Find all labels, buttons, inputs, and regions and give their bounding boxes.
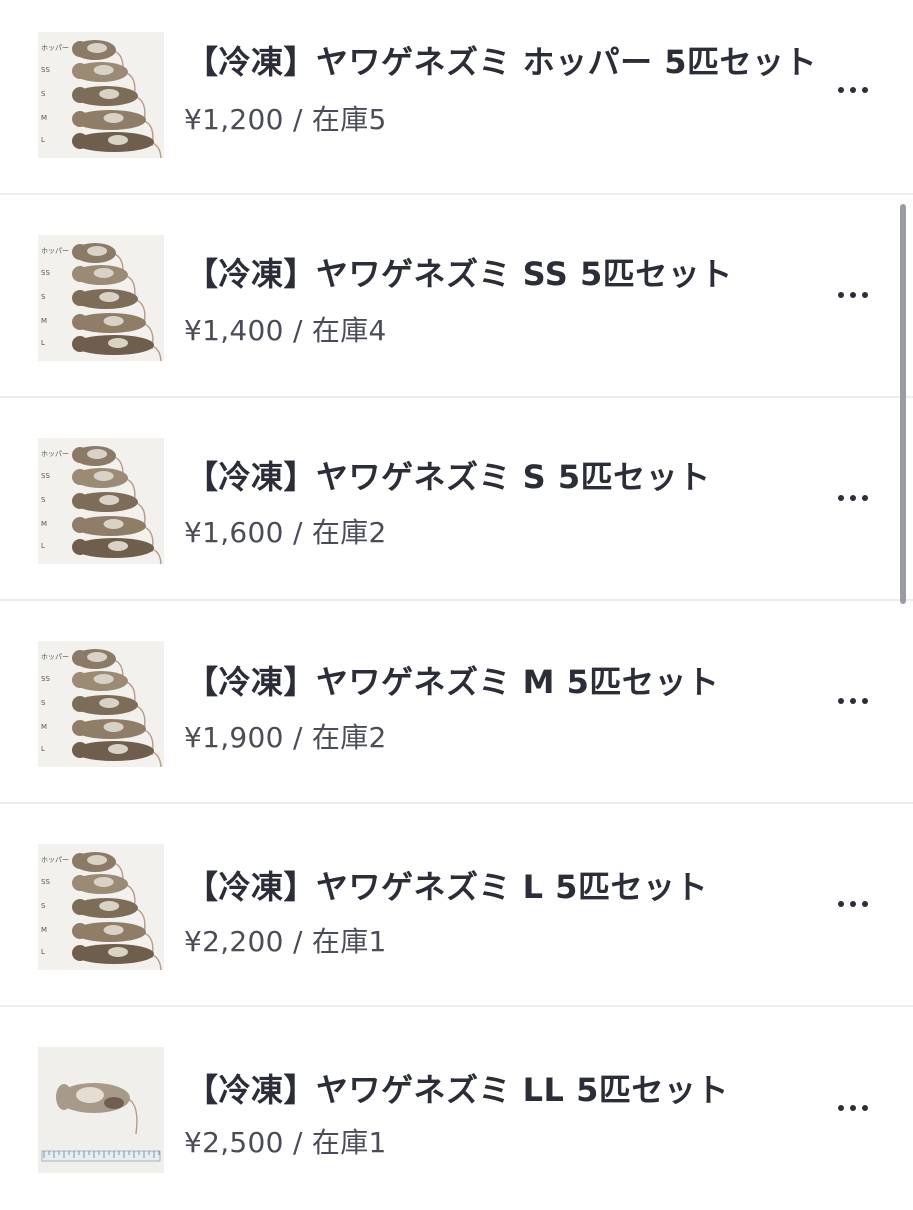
ellipsis-icon <box>838 292 844 298</box>
product-price-stock: ¥1,400 / 在庫4 <box>184 314 387 347</box>
product-thumbnail[interactable]: ホッパー SS S M L <box>38 641 164 767</box>
scrollbar-thumb[interactable] <box>900 204 906 604</box>
svg-text:S: S <box>41 496 46 504</box>
product-price-stock: ¥2,200 / 在庫1 <box>184 925 387 958</box>
svg-text:SS: SS <box>41 66 50 74</box>
svg-text:ホッパー: ホッパー <box>41 450 69 458</box>
ellipsis-icon <box>838 901 844 907</box>
product-row[interactable]: ホッパー SS S M L 【冷凍】ヤワゲネズミ L 5匹セット ¥2,200 / 在庫… <box>0 804 913 1007</box>
svg-text:M: M <box>41 317 47 325</box>
svg-text:L: L <box>41 948 45 956</box>
product-title[interactable]: 【冷凍】ヤワゲネズミ LL 5匹セット <box>186 1065 729 1111</box>
svg-text:M: M <box>41 723 47 731</box>
svg-text:SS: SS <box>41 878 50 886</box>
svg-text:ホッパー: ホッパー <box>41 653 69 661</box>
svg-text:M: M <box>41 114 47 122</box>
svg-text:SS: SS <box>41 472 50 480</box>
product-thumbnail[interactable]: ホッパー SS S M L <box>38 844 164 970</box>
svg-text:ホッパー: ホッパー <box>41 247 69 255</box>
product-price-stock: ¥1,600 / 在庫2 <box>184 516 387 549</box>
ellipsis-icon <box>838 1105 844 1111</box>
product-row[interactable]: ホッパー SS S M L 【冷凍】ヤワゲネズミ ホッパー 5匹セット ¥1,200 /… <box>0 0 913 195</box>
product-row[interactable]: ホッパー SS S M L 【冷凍】ヤワゲネズミ S 5匹セット ¥1,600 / 在庫… <box>0 398 913 601</box>
product-title[interactable]: 【冷凍】ヤワゲネズミ L 5匹セット <box>186 862 708 908</box>
product-list: ホッパー SS S M L 【冷凍】ヤワゲネズミ ホッパー 5匹セット ¥1,200 /… <box>0 0 913 1200</box>
product-price-stock: ¥1,900 / 在庫2 <box>184 721 387 754</box>
more-options-button[interactable] <box>826 884 880 924</box>
product-price-stock: ¥2,500 / 在庫1 <box>184 1126 387 1159</box>
svg-text:S: S <box>41 90 46 98</box>
svg-text:SS: SS <box>41 269 50 277</box>
svg-text:M: M <box>41 520 47 528</box>
svg-text:L: L <box>41 542 45 550</box>
more-options-button[interactable] <box>826 275 880 315</box>
ellipsis-icon <box>838 698 844 704</box>
product-title[interactable]: 【冷凍】ヤワゲネズミ S 5匹セット <box>186 452 711 498</box>
svg-text:L: L <box>41 339 45 347</box>
product-row[interactable]: 【冷凍】ヤワゲネズミ LL 5匹セット ¥2,500 / 在庫1 <box>0 1007 913 1210</box>
product-thumbnail[interactable]: ホッパー SS S M L <box>38 438 164 564</box>
product-title[interactable]: 【冷凍】ヤワゲネズミ SS 5匹セット <box>186 249 733 295</box>
svg-text:S: S <box>41 293 46 301</box>
svg-text:M: M <box>41 926 47 934</box>
product-row[interactable]: ホッパー SS S M L 【冷凍】ヤワゲネズミ M 5匹セット ¥1,900 / 在庫… <box>0 601 913 804</box>
more-options-button[interactable] <box>826 681 880 721</box>
svg-text:S: S <box>41 902 46 910</box>
svg-text:L: L <box>41 136 45 144</box>
svg-text:ホッパー: ホッパー <box>41 44 69 52</box>
svg-text:L: L <box>41 745 45 753</box>
product-title[interactable]: 【冷凍】ヤワゲネズミ M 5匹セット <box>186 657 719 703</box>
product-title[interactable]: 【冷凍】ヤワゲネズミ ホッパー 5匹セット <box>186 37 817 83</box>
svg-text:ホッパー: ホッパー <box>41 856 69 864</box>
more-options-button[interactable] <box>826 70 880 110</box>
product-thumbnail[interactable]: ホッパー SS S M L <box>38 32 164 158</box>
svg-text:SS: SS <box>41 675 50 683</box>
product-price-stock: ¥1,200 / 在庫5 <box>184 103 387 136</box>
ellipsis-icon <box>838 87 844 93</box>
product-row[interactable]: ホッパー SS S M L 【冷凍】ヤワゲネズミ SS 5匹セット ¥1,400 / 在… <box>0 195 913 398</box>
product-thumbnail[interactable]: ホッパー SS S M L <box>38 235 164 361</box>
ellipsis-icon <box>838 495 844 501</box>
more-options-button[interactable] <box>826 478 880 518</box>
more-options-button[interactable] <box>826 1088 880 1128</box>
svg-text:S: S <box>41 699 46 707</box>
product-thumbnail[interactable] <box>38 1047 164 1173</box>
